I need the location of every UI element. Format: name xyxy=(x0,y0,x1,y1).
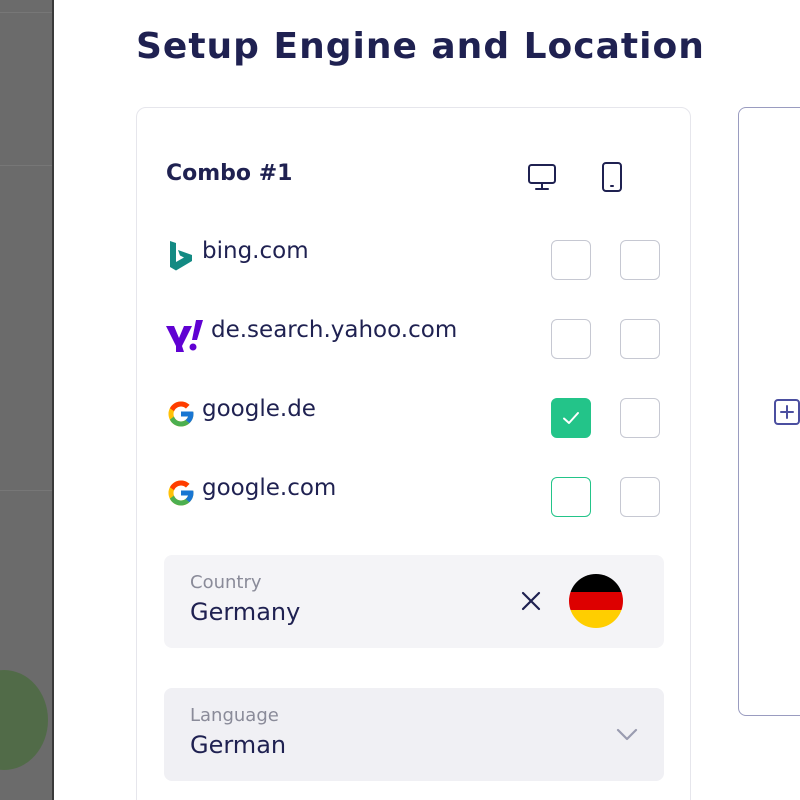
engine-row-google-de: google.de xyxy=(165,394,665,438)
google-de-desktop-checkbox[interactable] xyxy=(551,398,591,438)
google-logo-icon xyxy=(165,398,197,430)
language-value: German xyxy=(190,731,287,759)
engine-label: google.com xyxy=(202,475,337,501)
google-de-mobile-checkbox[interactable] xyxy=(620,398,660,438)
engine-label: de.search.yahoo.com xyxy=(211,317,458,343)
yahoo-mobile-checkbox[interactable] xyxy=(620,319,660,359)
yahoo-logo-icon xyxy=(165,319,205,352)
chevron-down-icon[interactable] xyxy=(613,722,641,746)
google-com-mobile-checkbox[interactable] xyxy=(620,477,660,517)
language-select[interactable]: Language German xyxy=(164,688,664,781)
combo-title: Combo #1 xyxy=(166,161,293,186)
yahoo-desktop-checkbox[interactable] xyxy=(551,319,591,359)
engine-row-google-com: google.com xyxy=(165,473,665,517)
desktop-icon xyxy=(525,160,559,194)
engine-row-yahoo: de.search.yahoo.com xyxy=(165,315,665,359)
country-field[interactable]: Country Germany xyxy=(164,555,664,648)
setup-panel: Setup Engine and Location Combo #1 bing.… xyxy=(54,0,800,800)
checkmark-icon xyxy=(563,412,579,424)
background-blob xyxy=(0,670,48,770)
page-title: Setup Engine and Location xyxy=(136,26,705,67)
background-overlay xyxy=(0,0,54,800)
google-com-desktop-checkbox[interactable] xyxy=(551,477,591,517)
country-value: Germany xyxy=(190,598,301,626)
bing-logo-icon xyxy=(165,240,197,272)
language-label: Language xyxy=(190,705,279,726)
combo-card: Combo #1 bing.com de.search.yahoo.com go… xyxy=(136,107,691,800)
country-label: Country xyxy=(190,572,262,593)
bing-mobile-checkbox[interactable] xyxy=(620,240,660,280)
engine-label: google.de xyxy=(202,396,316,422)
engine-label: bing.com xyxy=(202,238,309,264)
mobile-icon xyxy=(595,160,629,194)
plus-square-icon[interactable] xyxy=(773,398,800,426)
add-combo-card[interactable] xyxy=(738,107,800,716)
germany-flag-icon xyxy=(569,574,623,628)
bing-desktop-checkbox[interactable] xyxy=(551,240,591,280)
engine-row-bing: bing.com xyxy=(165,236,665,280)
google-logo-icon xyxy=(165,477,197,509)
close-icon[interactable] xyxy=(516,586,546,616)
